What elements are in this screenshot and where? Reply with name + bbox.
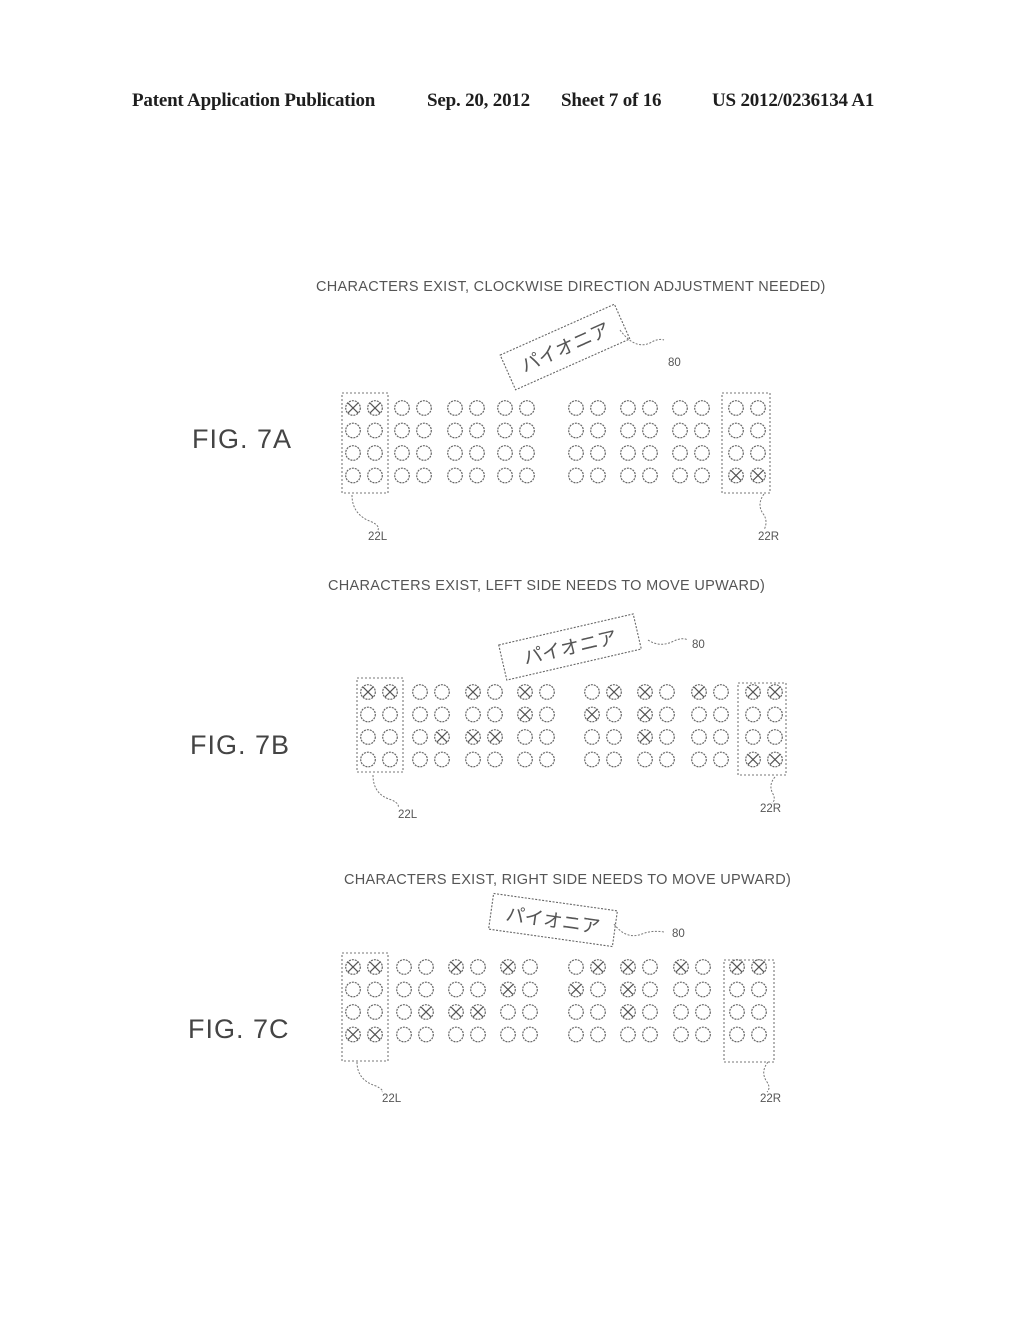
sensor-inactive [590, 981, 606, 998]
sensor-inactive [673, 981, 689, 998]
sensor-inactive [345, 981, 361, 998]
sensor-inactive [522, 1004, 538, 1020]
sensor-inactive [673, 1004, 689, 1020]
sensor-inactive [448, 981, 464, 998]
sensor-inactive [642, 1004, 658, 1020]
sensor-inactive [396, 959, 412, 975]
fig-7c-text-object-label: パイオニア [504, 904, 601, 938]
sensor-inactive [418, 959, 434, 975]
sensor-inactive [751, 1026, 767, 1043]
sensor-inactive [470, 981, 486, 998]
fig-7c-leader-22r [763, 1061, 770, 1093]
sensor-inactive [751, 1004, 767, 1020]
sensor-inactive [522, 959, 538, 975]
sensor-inactive [522, 981, 538, 998]
sensor-inactive [590, 1026, 606, 1043]
sensor-inactive [642, 981, 658, 998]
sensor-inactive [590, 1004, 606, 1020]
sensor-inactive [448, 1026, 464, 1043]
sensor-inactive [695, 959, 711, 975]
sensor-inactive [695, 981, 711, 998]
sensor-inactive [367, 981, 383, 998]
sensor-inactive [500, 1004, 516, 1020]
sensor-inactive [522, 1026, 538, 1043]
sensor-inactive [568, 1004, 584, 1020]
fig-7c-drawing: パイオニア [341, 892, 775, 1093]
sensor-inactive [729, 1004, 745, 1020]
sensor-inactive [620, 1026, 636, 1043]
sensor-inactive [470, 1026, 486, 1043]
sensor-inactive [673, 1026, 689, 1043]
sensor-inactive [367, 1004, 383, 1020]
sensor-inactive [418, 1026, 434, 1043]
fig-7c-sensor-group-22r-box [723, 959, 775, 1063]
sensor-inactive [642, 959, 658, 975]
sensor-inactive [396, 1004, 412, 1020]
sensor-inactive [396, 1026, 412, 1043]
sensor-inactive [695, 1004, 711, 1020]
sensor-inactive [642, 1026, 658, 1043]
sensor-inactive [729, 981, 745, 998]
sensor-inactive [695, 1026, 711, 1043]
sensor-inactive [729, 1026, 745, 1043]
sensor-inactive [751, 981, 767, 998]
fig-7c-leader-80 [613, 923, 665, 937]
fig-7c-text-object: パイオニア [487, 892, 619, 948]
sensor-inactive [345, 1004, 361, 1020]
sensor-inactive [568, 1026, 584, 1043]
sensor-inactive [568, 959, 584, 975]
sensor-inactive [470, 959, 486, 975]
sensor-inactive [396, 981, 412, 998]
fig-7c-leader-22l [356, 1061, 383, 1093]
sensor-inactive [418, 981, 434, 998]
sensor-inactive [500, 1026, 516, 1043]
